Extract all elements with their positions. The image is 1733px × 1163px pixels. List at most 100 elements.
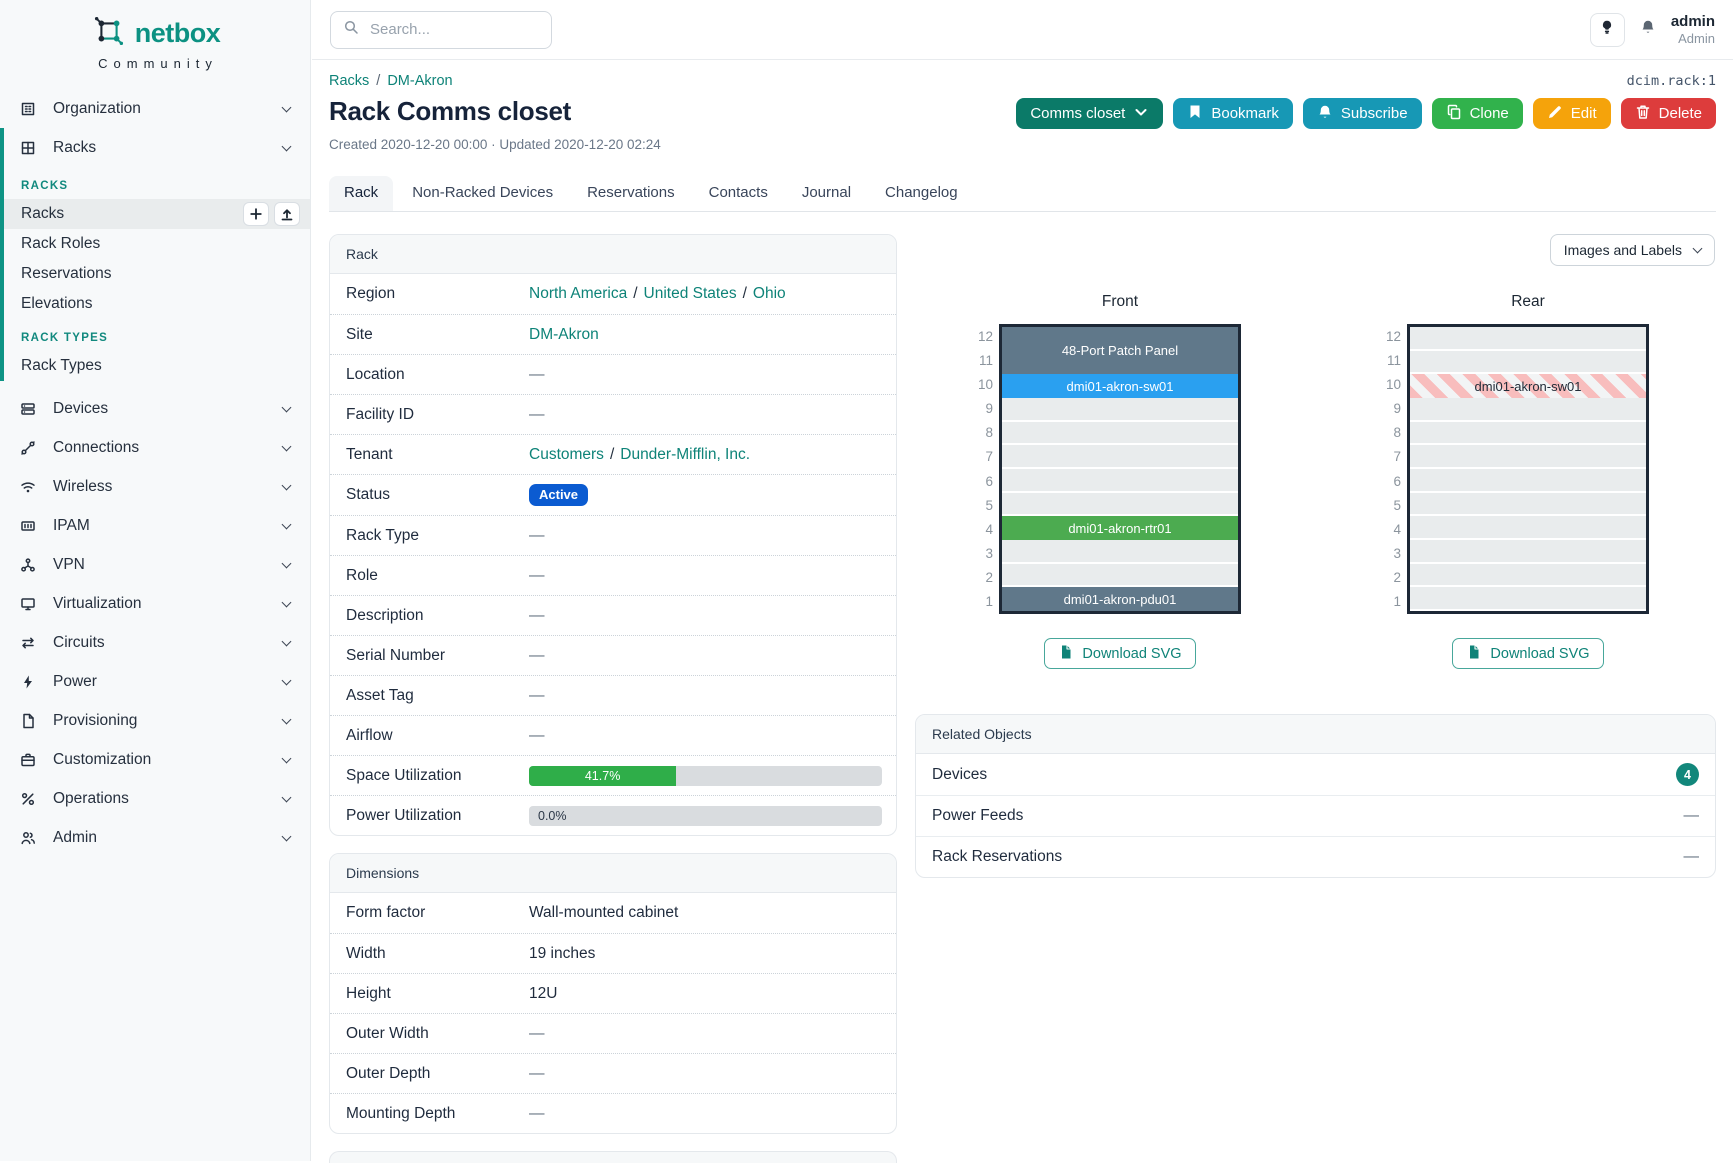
value-link[interactable]: North America — [529, 285, 627, 303]
comms-closet-dropdown[interactable]: Comms closet — [1016, 98, 1163, 129]
file-icon — [1058, 644, 1074, 664]
tab-changelog[interactable]: Changelog — [870, 176, 973, 211]
clone-button[interactable]: Clone — [1432, 98, 1523, 129]
info-value: Active — [529, 484, 588, 506]
sidebar-subitem-rack-types[interactable]: Rack Types — [4, 351, 310, 381]
rack-device[interactable]: dmi01-akron-sw01 — [1002, 374, 1238, 398]
related-row[interactable]: Devices4 — [916, 754, 1715, 795]
sidebar-item-ipam[interactable]: IPAM — [0, 506, 310, 545]
elevation-front: Front12111098765432148-Port Patch Paneld… — [963, 293, 1241, 669]
info-row: Location— — [330, 354, 896, 394]
unit-number: 6 — [1371, 469, 1401, 493]
info-label: Description — [346, 607, 529, 625]
user-role: Admin — [1671, 31, 1715, 46]
tab-journal[interactable]: Journal — [787, 176, 866, 211]
sidebar-item-circuits[interactable]: Circuits — [0, 623, 310, 662]
value-link[interactable]: Ohio — [753, 285, 786, 303]
sidebar-item-power[interactable]: Power — [0, 662, 310, 701]
value-separator: / — [610, 446, 614, 464]
info-value: — — [529, 366, 545, 384]
empty-slot — [1410, 564, 1646, 588]
unit-number: 2 — [1371, 566, 1401, 590]
empty-value: — — [529, 607, 545, 625]
search-input[interactable] — [368, 20, 526, 39]
bookmark-button[interactable]: Bookmark — [1173, 98, 1293, 129]
value-separator: / — [743, 285, 747, 303]
sidebar-item-vpn[interactable]: VPN — [0, 545, 310, 584]
pencil-icon — [1547, 104, 1563, 124]
sidebar-item-customization[interactable]: Customization — [0, 740, 310, 779]
tab-reservations[interactable]: Reservations — [572, 176, 690, 211]
rack-device[interactable]: 48-Port Patch Panel — [1002, 327, 1238, 374]
sidebar-section-title: RACK TYPES — [4, 319, 310, 351]
sidebar-item-wireless[interactable]: Wireless — [0, 467, 310, 506]
download-label: Download SVG — [1082, 646, 1181, 662]
rack-device[interactable]: dmi01-akron-sw01 — [1410, 374, 1646, 398]
images-and-labels-dropdown[interactable]: Images and Labels — [1550, 234, 1715, 266]
info-label: Tenant — [346, 446, 529, 464]
button-label: Subscribe — [1341, 105, 1408, 122]
sidebar-item-admin[interactable]: Admin — [0, 818, 310, 857]
breadcrumb-link[interactable]: DM-Akron — [387, 73, 452, 89]
value-link[interactable]: Dunder-Mifflin, Inc. — [620, 446, 750, 464]
edit-button[interactable]: Edit — [1533, 98, 1611, 129]
sidebar-item-devices[interactable]: Devices — [0, 389, 310, 428]
value-link[interactable]: Customers — [529, 446, 604, 464]
sidebar-item-virtualization[interactable]: Virtualization — [0, 584, 310, 623]
sidebar-item-racks[interactable]: Racks — [4, 128, 310, 167]
search-box[interactable] — [330, 11, 552, 49]
info-label: Rack Type — [346, 527, 529, 545]
info-row: StatusActive — [330, 474, 896, 515]
nav-gap — [0, 381, 310, 389]
theme-toggle-button[interactable] — [1590, 13, 1625, 47]
notifications-button[interactable] — [1640, 19, 1656, 40]
sidebar-subitem-rack-roles[interactable]: Rack Roles — [4, 229, 310, 259]
add-button[interactable] — [243, 202, 269, 226]
sidebar-item-connections[interactable]: Connections — [0, 428, 310, 467]
value-link[interactable]: United States — [644, 285, 737, 303]
tab-contacts[interactable]: Contacts — [694, 176, 783, 211]
subscribe-button[interactable]: Subscribe — [1303, 98, 1422, 129]
sidebar-item-organization[interactable]: Organization — [0, 89, 310, 128]
info-label: Location — [346, 366, 529, 384]
sidebar-subitem-reservations[interactable]: Reservations — [4, 259, 310, 289]
sidebar-subitem-elevations[interactable]: Elevations — [4, 289, 310, 319]
import-button[interactable] — [274, 202, 300, 226]
circuits-icon — [20, 635, 40, 651]
breadcrumb-link[interactable]: Racks — [329, 73, 369, 89]
view-toggle-label: Images and Labels — [1564, 242, 1682, 258]
sidebar-subitem-racks[interactable]: Racks — [4, 199, 310, 229]
unit-number: 2 — [963, 566, 993, 590]
download-svg-button[interactable]: Download SVG — [1452, 638, 1603, 669]
rack-device[interactable]: dmi01-akron-rtr01 — [1002, 516, 1238, 540]
sidebar-item-label: Racks — [53, 139, 96, 157]
empty-slot — [1410, 422, 1646, 446]
info-row: Form factorWall-mounted cabinet — [330, 893, 896, 933]
rack-device[interactable]: dmi01-akron-pdu01 — [1002, 587, 1238, 611]
unit-number: 3 — [963, 542, 993, 566]
breadcrumb-separator: / — [376, 73, 380, 89]
related-row[interactable]: Rack Reservations— — [916, 836, 1715, 877]
unit-number: 7 — [963, 445, 993, 469]
chevron-down-icon — [282, 441, 292, 451]
sidebar-item-provisioning[interactable]: Provisioning — [0, 701, 310, 740]
unit-number: 1 — [1371, 590, 1401, 614]
chevron-down-icon — [282, 714, 292, 724]
delete-button[interactable]: Delete — [1621, 98, 1716, 129]
value-link[interactable]: DM-Akron — [529, 326, 599, 344]
user-menu[interactable]: admin Admin — [1671, 13, 1715, 46]
info-row: Rack Type— — [330, 515, 896, 555]
tab-non-racked-devices[interactable]: Non-Racked Devices — [397, 176, 568, 211]
empty-value: — — [529, 727, 545, 745]
info-label: Status — [346, 486, 529, 504]
page-meta: Created 2020-12-20 00:00 · Updated 2020-… — [329, 137, 1716, 152]
tab-rack[interactable]: Rack — [329, 176, 393, 211]
related-row[interactable]: Power Feeds— — [916, 795, 1715, 836]
sidebar-item-operations[interactable]: Operations — [0, 779, 310, 818]
brand[interactable]: netbox Community — [0, 0, 310, 71]
info-value: — — [529, 727, 545, 745]
rack-frame: dmi01-akron-sw01 — [1407, 324, 1649, 614]
progress-bar: 0.0% — [529, 806, 882, 826]
download-svg-button[interactable]: Download SVG — [1044, 638, 1195, 669]
unit-number: 4 — [963, 517, 993, 541]
